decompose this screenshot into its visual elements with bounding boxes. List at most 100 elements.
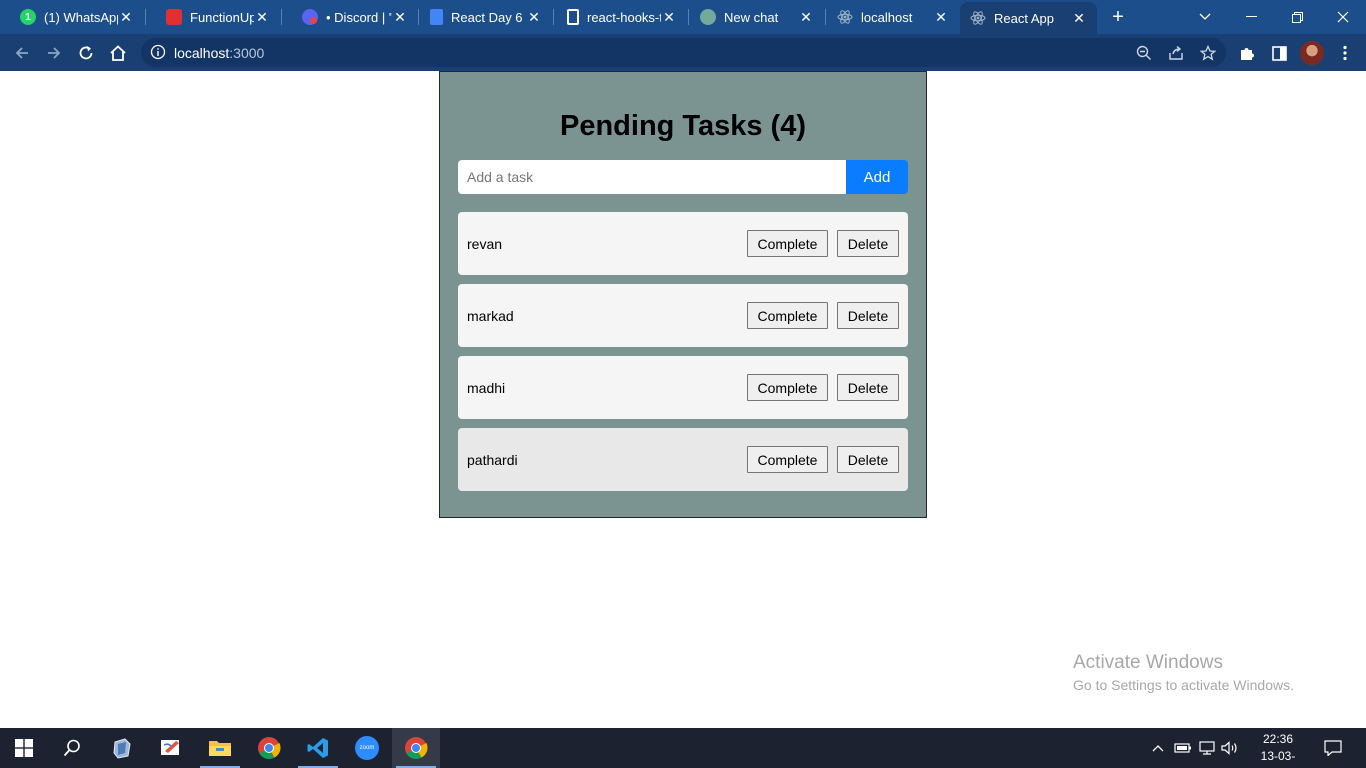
tab-react-app[interactable]: React App ✕	[960, 2, 1097, 34]
taskbar-file-explorer[interactable]	[196, 728, 244, 768]
show-hidden-icons-button[interactable]	[1151, 740, 1165, 756]
tab-new-chat[interactable]: New chat ✕	[688, 0, 824, 34]
profile-avatar[interactable]	[1300, 41, 1324, 65]
chevron-up-icon	[1152, 745, 1164, 752]
close-tab-icon[interactable]: ✕	[118, 9, 134, 25]
taskbar-chrome[interactable]	[245, 728, 293, 768]
zoom-icon: zoom	[355, 736, 379, 760]
browser-toolbar: localhost:3000	[0, 34, 1366, 71]
url-host: localhost	[174, 45, 230, 61]
side-panel-button[interactable]	[1270, 44, 1288, 62]
tab-search-button[interactable]	[1182, 0, 1228, 34]
clock-time: 22:36	[1262, 732, 1294, 746]
browser-tab-strip: 1 (1) WhatsApp ✕ FunctionUp - ✕ • Discor…	[0, 0, 1366, 34]
more-vertical-icon	[1343, 45, 1347, 61]
zoom-out-icon	[1136, 45, 1151, 60]
tab-react-day-6[interactable]: React Day 6 - ✕	[418, 0, 552, 34]
site-info-icon[interactable]	[150, 44, 166, 60]
close-tab-icon[interactable]: ✕	[1071, 10, 1087, 26]
complete-button[interactable]: Complete	[747, 302, 828, 329]
windows-start-icon	[15, 739, 33, 757]
tab-title: New chat	[724, 9, 779, 25]
tab-react-hooks[interactable]: react-hooks-t ✕	[553, 0, 687, 34]
complete-button[interactable]: Complete	[747, 446, 828, 473]
reload-button[interactable]	[74, 41, 98, 65]
bookmark-button[interactable]	[1199, 44, 1217, 62]
close-window-button[interactable]	[1320, 0, 1366, 34]
close-tab-icon[interactable]: ✕	[661, 9, 677, 25]
taskbar-virtualbox[interactable]	[98, 728, 146, 768]
network-button[interactable]	[1198, 740, 1216, 756]
tab-functionup[interactable]: FunctionUp - ✕	[146, 0, 280, 34]
tab-title: react-hooks-t	[587, 9, 661, 25]
minimize-button[interactable]	[1228, 0, 1274, 34]
url-text: localhost:3000	[174, 45, 264, 61]
share-button[interactable]	[1167, 44, 1185, 62]
close-tab-icon[interactable]: ✕	[526, 9, 542, 25]
delete-button[interactable]: Delete	[837, 230, 899, 257]
tab-discord[interactable]: • Discord | "A ✕	[282, 0, 418, 34]
forward-button[interactable]	[42, 41, 66, 65]
task-input[interactable]	[458, 160, 846, 194]
taskbar-zoom[interactable]: zoom	[343, 728, 391, 768]
extensions-button[interactable]	[1238, 44, 1256, 62]
chevron-down-icon	[1199, 13, 1211, 20]
close-tab-icon[interactable]: ✕	[933, 9, 949, 25]
tab-title: React Day 6 -	[451, 9, 526, 25]
functionup-icon	[166, 9, 182, 25]
back-arrow-icon	[15, 47, 28, 59]
side-panel-icon	[1271, 45, 1287, 61]
restore-button[interactable]	[1274, 0, 1320, 34]
task-item: madhi Complete Delete	[458, 356, 908, 419]
task-item: pathardi Complete Delete	[458, 428, 908, 491]
taskbar-whiteboard[interactable]	[147, 728, 195, 768]
chrome-active-icon	[405, 737, 428, 759]
home-button[interactable]	[106, 41, 130, 65]
share-icon	[1169, 45, 1183, 60]
delete-button[interactable]: Delete	[837, 374, 899, 401]
battery-icon	[1174, 743, 1191, 753]
file-explorer-icon	[209, 741, 231, 756]
activate-windows-subtitle: Go to Settings to activate Windows.	[1073, 677, 1294, 693]
close-tab-icon[interactable]: ✕	[392, 9, 408, 25]
close-tab-icon[interactable]: ✕	[798, 9, 814, 25]
react-icon	[970, 10, 986, 26]
new-tab-button[interactable]: +	[1108, 7, 1128, 27]
notification-icon	[1324, 740, 1342, 756]
file-icon	[567, 9, 579, 25]
delete-button[interactable]: Delete	[837, 302, 899, 329]
complete-button[interactable]: Complete	[747, 230, 828, 257]
activate-windows-title: Activate Windows	[1073, 652, 1223, 673]
page-title: Pending Tasks (4)	[559, 110, 807, 142]
virtualbox-icon	[113, 738, 131, 759]
zoom-button[interactable]	[1135, 44, 1153, 62]
complete-button[interactable]: Complete	[747, 374, 828, 401]
tab-title: FunctionUp -	[190, 9, 254, 25]
vscode-icon	[307, 738, 328, 758]
react-icon	[837, 9, 853, 25]
taskbar-search-button[interactable]	[48, 728, 96, 768]
add-button[interactable]: Add	[846, 160, 908, 194]
delete-button[interactable]: Delete	[837, 446, 899, 473]
address-bar[interactable]: localhost:3000	[141, 38, 1226, 67]
chrome-icon	[258, 737, 281, 759]
task-item: markad Complete Delete	[458, 284, 908, 347]
tab-title: React App	[994, 10, 1054, 26]
notification-center-button[interactable]	[1324, 740, 1342, 756]
discord-icon	[302, 9, 318, 25]
chrome-menu-button[interactable]	[1336, 44, 1354, 62]
volume-button[interactable]	[1221, 740, 1239, 756]
tab-localhost[interactable]: localhost ✕	[825, 0, 959, 34]
taskbar-clock[interactable]: 22:36 13-03-2023	[1248, 731, 1308, 768]
zoom-icon-label: zoom	[359, 745, 375, 751]
tab-whatsapp[interactable]: 1 (1) WhatsApp ✕	[0, 0, 144, 34]
minimize-icon	[1245, 16, 1257, 17]
taskbar-chrome-active[interactable]	[392, 728, 440, 768]
reload-icon	[79, 46, 93, 60]
taskbar-vscode[interactable]	[294, 728, 342, 768]
battery-button[interactable]	[1174, 740, 1192, 756]
start-button[interactable]	[0, 728, 48, 768]
network-icon	[1199, 741, 1215, 755]
close-tab-icon[interactable]: ✕	[254, 9, 270, 25]
back-button[interactable]	[10, 41, 34, 65]
